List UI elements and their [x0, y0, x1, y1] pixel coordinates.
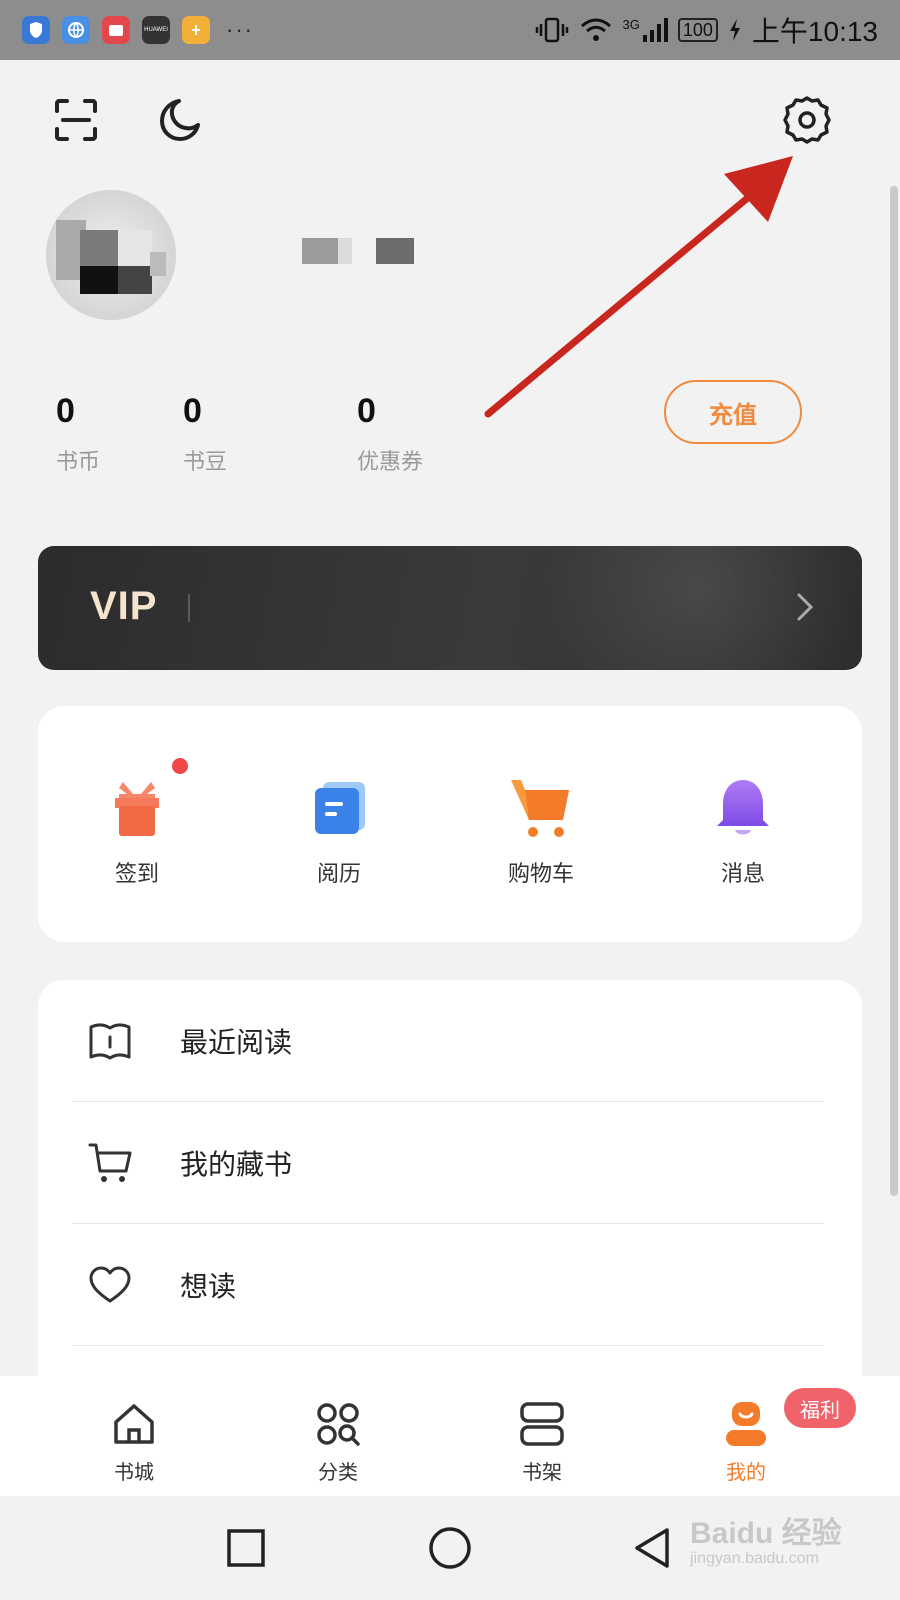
stat-coupons[interactable]: 0 优惠券 [357, 392, 423, 476]
vip-divider [188, 594, 190, 622]
bookshelf-icon [516, 1398, 568, 1450]
messages-label: 消息 [720, 861, 765, 886]
reading-history-label: 阅历 [316, 861, 361, 886]
watermark-brand: Baidu 经验 [690, 1517, 842, 1550]
menu-item-want-to-read[interactable]: 想读 [72, 1224, 824, 1346]
tab-bookshelf-label: 书架 [522, 1462, 562, 1484]
book-beans-label: 书豆 [183, 449, 228, 474]
battery-level: 100 [677, 18, 718, 42]
baidu-watermark: Baidu 经验 jingyan.baidu.com [690, 1508, 842, 1568]
menu-item-my-collection[interactable]: 我的藏书 [72, 1102, 824, 1224]
stat-book-coins[interactable]: 0 书币 [56, 392, 100, 476]
bottom-tab-bar: 书城 分类 书架 我的 [0, 1376, 900, 1496]
home-button-icon[interactable] [424, 1522, 476, 1574]
coupons-label: 优惠券 [357, 449, 424, 474]
wifi-icon [580, 18, 611, 41]
settings-gear-icon[interactable] [779, 92, 835, 148]
clock: 上午10:13 [751, 16, 878, 47]
tab-categories-label: 分类 [318, 1462, 358, 1484]
gift-icon [105, 776, 169, 840]
tab-bookstore[interactable]: 书城 [74, 1398, 194, 1485]
bell-icon [711, 776, 775, 840]
quick-item-messages[interactable]: 消息 [668, 776, 818, 888]
chevron-right-icon [796, 592, 814, 627]
book-coins-value: 0 [56, 392, 75, 430]
vip-banner[interactable]: VIP [38, 546, 862, 670]
browser-app-icon [62, 16, 90, 44]
shield-app-icon [22, 16, 50, 44]
quick-item-cart[interactable]: 购物车 [466, 776, 616, 888]
signal-icon: 3G [623, 17, 668, 43]
cart-label: 购物车 [507, 861, 574, 886]
book-coins-label: 书币 [56, 449, 101, 474]
username-blurred [206, 232, 436, 272]
checkin-label: 签到 [114, 861, 159, 886]
watermark-url: jingyan.baidu.com [690, 1550, 819, 1567]
network-type: 3G [622, 17, 640, 32]
tab-bookstore-label: 书城 [114, 1462, 154, 1484]
menu-item-recent-reading[interactable]: 最近阅读 [72, 980, 824, 1102]
tab-bookshelf[interactable]: 书架 [482, 1398, 602, 1485]
status-app-icons: HUAWEI ··· [22, 16, 254, 44]
home-icon [108, 1398, 160, 1450]
vibrate-icon [535, 17, 568, 43]
heart-icon [86, 1261, 134, 1309]
tab-categories[interactable]: 分类 [278, 1398, 398, 1485]
yellow-app-icon [182, 16, 210, 44]
recent-apps-icon[interactable] [220, 1522, 272, 1574]
welfare-badge[interactable]: 福利 [784, 1388, 856, 1428]
recharge-button[interactable]: 充值 [664, 380, 802, 444]
my-collection-label: 我的藏书 [180, 1148, 293, 1180]
cart-outline-icon [86, 1139, 134, 1187]
tab-me-label: 我的 [726, 1462, 766, 1484]
red-app-icon [102, 16, 130, 44]
grid-search-icon [312, 1398, 364, 1450]
stat-book-beans[interactable]: 0 书豆 [183, 392, 227, 476]
notification-dot [172, 758, 188, 774]
avatar[interactable] [46, 190, 176, 320]
reading-history-icon [307, 776, 371, 840]
night-mode-icon[interactable] [152, 92, 208, 148]
shopping-cart-icon [509, 776, 573, 840]
quick-item-reading-history[interactable]: 阅历 [264, 776, 414, 888]
scan-icon[interactable] [48, 92, 104, 148]
scrollbar[interactable] [890, 186, 898, 1196]
quick-item-checkin[interactable]: 签到 [62, 776, 212, 888]
huawei-label: HUAWEI [144, 27, 168, 33]
back-icon[interactable] [626, 1522, 678, 1574]
profile-icon [720, 1398, 772, 1450]
quick-actions-card: 签到 阅历 购物车 消息 [38, 706, 862, 942]
recent-reading-label: 最近阅读 [180, 1026, 293, 1058]
huawei-app-icon: HUAWEI [142, 16, 170, 44]
menu-list: 最近阅读 我的藏书 想读 [38, 980, 862, 1400]
book-open-icon [86, 1017, 134, 1065]
status-bar: HUAWEI ··· 3G 100 上午10:13 [0, 0, 900, 60]
charging-icon [729, 19, 740, 41]
want-to-read-label: 想读 [180, 1270, 237, 1302]
more-notifications: ··· [226, 17, 254, 42]
book-beans-value: 0 [183, 392, 202, 430]
coupons-value: 0 [357, 392, 376, 430]
vip-label: VIP [90, 584, 158, 628]
